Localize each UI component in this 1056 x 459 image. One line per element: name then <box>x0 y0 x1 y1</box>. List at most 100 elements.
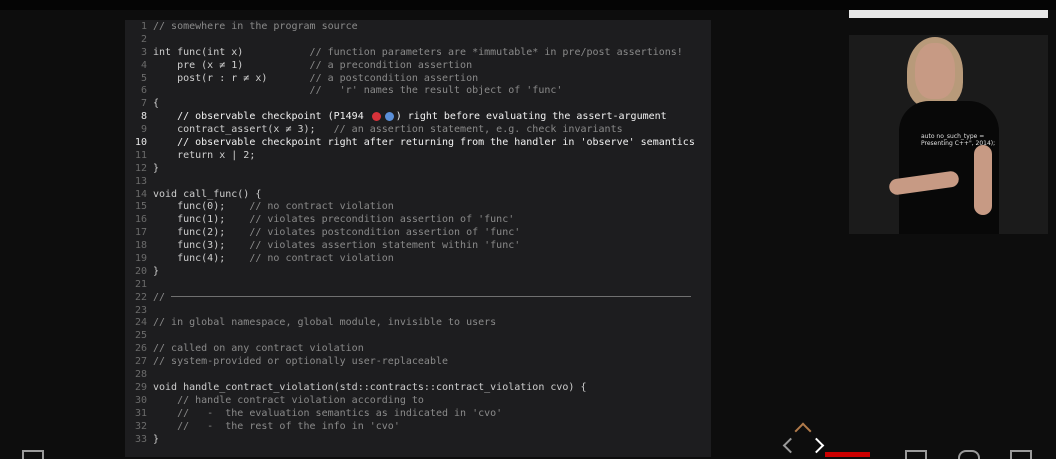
code-text: // system-provided or optionally user-re… <box>153 356 448 369</box>
code-line: 3 int func(int x) // function parameters … <box>125 47 711 60</box>
code-token: // observable checkpoint (P1494 <box>153 111 370 123</box>
code-comment: // somewhere in the program source <box>153 21 358 32</box>
line-number: 18 <box>134 240 147 252</box>
line-number: 21 <box>134 278 147 290</box>
line-number: 25 <box>134 330 147 342</box>
line-number: 22 <box>134 291 147 303</box>
line-number: 20 <box>134 265 147 277</box>
code-text: func(2); // violates postcondition asser… <box>153 227 520 240</box>
code-token: return x | 2; <box>153 149 256 161</box>
code-line: 22 // <box>125 292 711 305</box>
line-number: 23 <box>134 304 147 316</box>
line-number: 13 <box>134 175 147 187</box>
code-comment: // violates precondition assertion of 'f… <box>249 214 515 226</box>
speaker-video-top-bar <box>849 10 1048 18</box>
code-text: } <box>153 434 159 447</box>
code-comment: // violates assertion statement within '… <box>249 240 521 252</box>
code-token: post(r : r ≠ x) <box>153 72 310 84</box>
code-line: 8 // observable checkpoint (P1494 ) righ… <box>125 111 711 124</box>
code-line: 19 func(4); // no contract violation <box>125 253 711 266</box>
code-comment: // <box>153 291 166 303</box>
line-number: 26 <box>134 343 147 355</box>
line-number: 4 <box>140 59 147 71</box>
code-text: // observable checkpoint right after ret… <box>153 137 695 150</box>
line-number: 14 <box>134 188 147 200</box>
fullscreen-icon[interactable] <box>1010 450 1032 459</box>
code-line: 21 <box>125 279 711 292</box>
code-token: } <box>153 265 160 277</box>
line-number: 3 <box>140 46 147 58</box>
code-token: func(0); <box>153 201 250 213</box>
code-token: int func(int x) <box>153 46 310 58</box>
code-token: void call_func() { <box>153 188 262 200</box>
code-comment: // a postcondition assertion <box>309 72 479 84</box>
speaker-video: auto no_such_type = Presenting C++", 201… <box>849 35 1048 234</box>
line-number: 15 <box>134 201 147 213</box>
code-text: void handle_contract_violation(std::cont… <box>153 382 586 395</box>
code-text: func(1); // violates precondition assert… <box>153 214 514 227</box>
code-text: func(3); // violates assertion statement… <box>153 240 520 253</box>
code-comment: // called on any contract violation <box>153 343 364 355</box>
line-number: 33 <box>134 433 147 445</box>
chevron-up-icon[interactable] <box>794 422 812 440</box>
code-line: 26 // called on any contract violation <box>125 343 711 356</box>
line-number: 10 <box>134 137 147 149</box>
shield-icon <box>384 111 394 121</box>
line-number: 28 <box>134 369 147 381</box>
line-number: 27 <box>134 356 147 368</box>
code-line: 1 // somewhere in the program source <box>125 21 711 34</box>
code-line: 15 func(0); // no contract violation <box>125 201 711 214</box>
code-comment: // 'r' names the result object of 'func' <box>309 85 563 97</box>
code-text: // observable checkpoint (P1494 ) right … <box>153 111 667 124</box>
line-number: 31 <box>134 407 147 419</box>
miniplayer-icon[interactable] <box>905 450 927 459</box>
shirt-line-1: auto no_such_type = <box>921 133 985 140</box>
chevron-right-icon[interactable] <box>808 437 825 454</box>
code-line: 18 func(3); // violates assertion statem… <box>125 240 711 253</box>
line-number: 11 <box>134 149 147 161</box>
code-comment: // no contract violation <box>249 253 394 265</box>
code-text: // - the evaluation semantics as indicat… <box>153 408 502 421</box>
code-token: pre (x ≠ 1) <box>153 59 310 71</box>
code-line: 25 <box>125 330 711 343</box>
code-token: ) right before evaluating the assert-arg… <box>395 111 667 123</box>
line-number: 32 <box>134 420 147 432</box>
code-text: return x | 2; <box>153 150 255 163</box>
code-line: 13 <box>125 176 711 189</box>
code-text: // <box>153 291 692 305</box>
code-comment: // an assertion statement, e.g. check in… <box>333 124 623 136</box>
code-slide: 1 // somewhere in the program source 2 3 int… <box>125 20 711 457</box>
code-text: // called on any contract violation <box>153 343 364 356</box>
code-text: func(4); // no contract violation <box>153 253 394 266</box>
code-text: func(0); // no contract violation <box>153 201 394 214</box>
captions-icon[interactable] <box>22 450 44 459</box>
code-line: 11 return x | 2; <box>125 150 711 163</box>
code-line: 30 // handle contract violation accordin… <box>125 395 711 408</box>
separator-rule <box>171 296 692 298</box>
code-line: 31 // - the evaluation semantics as indi… <box>125 408 711 421</box>
code-text: } <box>153 163 159 176</box>
code-comment: // no contract violation <box>249 201 394 213</box>
chevron-left-icon[interactable] <box>782 437 799 454</box>
code-text: // - the rest of the info in 'cvo' <box>153 421 400 434</box>
settings-icon[interactable] <box>958 450 980 459</box>
code-comment: // - the rest of the info in 'cvo' <box>153 420 400 432</box>
red-badge-icon <box>371 111 381 121</box>
code-token: func(4); <box>153 253 250 265</box>
code-listing: 1 // somewhere in the program source 2 3 int… <box>125 20 711 446</box>
code-line: 33} <box>125 434 711 447</box>
code-line: 23 <box>125 305 711 318</box>
code-text: pre (x ≠ 1) // a precondition assertion <box>153 60 472 73</box>
line-number: 29 <box>134 381 147 393</box>
code-token: } <box>153 433 160 445</box>
code-line: 10 // observable checkpoint right after … <box>125 137 711 150</box>
code-line: 12} <box>125 163 711 176</box>
code-token: // observable checkpoint right after ret… <box>153 137 695 149</box>
code-token: func(1); <box>153 214 250 226</box>
code-token: func(3); <box>153 240 250 252</box>
line-number: 19 <box>134 253 147 265</box>
code-token: contract_assert(x ≠ 3); <box>153 124 334 136</box>
code-text: // 'r' names the result object of 'func' <box>153 85 563 98</box>
code-text: } <box>153 266 159 279</box>
